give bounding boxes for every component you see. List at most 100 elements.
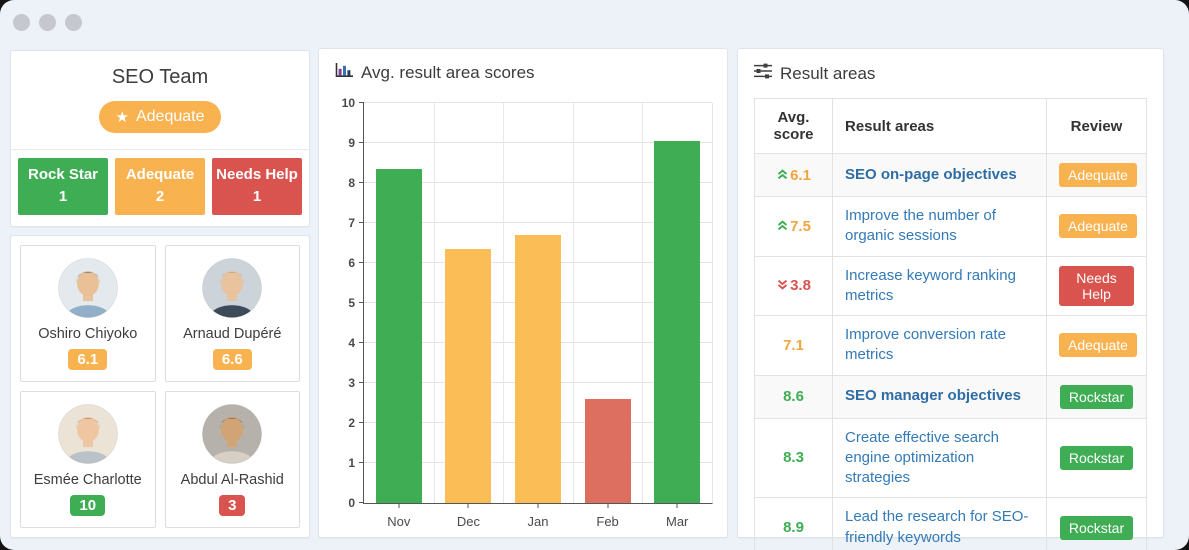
review-cell: Needs Help	[1046, 255, 1147, 316]
table-row: 7.1 Improve conversion rate metrics Adequa…	[754, 315, 1147, 376]
rating-summary-row: Rock Star 1 Adequate 2 Needs Help 1	[11, 150, 309, 223]
review-cell: Rockstar	[1046, 417, 1147, 499]
member-card[interactable]: Abdul Al-Rashid 3	[164, 391, 300, 528]
y-axis-tick	[359, 462, 364, 463]
table-row: 7.5 Improve the number of organic session…	[754, 196, 1147, 257]
review-badge: Needs Help	[1059, 265, 1134, 306]
result-areas-panel: Result areas Avg. score Result areas Rev…	[737, 48, 1164, 550]
bar-feb	[584, 399, 631, 503]
window-controls	[13, 14, 82, 31]
y-axis-tick	[359, 382, 364, 383]
summary-box-rock-star: Rock Star 1	[18, 158, 108, 215]
result-area-link[interactable]: Improve conversion rate metrics	[845, 325, 1034, 366]
gridline	[642, 103, 644, 503]
y-tick-label: 0	[348, 496, 355, 510]
avg-score-value: 7.5	[790, 217, 811, 235]
avg-score-value: 6.1	[790, 166, 811, 184]
window-dot[interactable]	[13, 14, 30, 31]
table-row: 3.8 Increase keyword ranking metrics Needs…	[754, 255, 1147, 316]
x-axis-tick	[676, 503, 678, 508]
gridline	[503, 103, 505, 503]
x-axis-tick	[398, 503, 400, 508]
review-badge: Adequate	[1059, 333, 1137, 358]
team-header: SEO Team ★ Adequate	[11, 51, 309, 150]
review-badge: Rockstar	[1059, 384, 1134, 409]
avg-score-cell: 7.1	[754, 315, 833, 376]
x-tick-label: Jan	[527, 514, 549, 529]
avg-score-value: 8.9	[783, 519, 804, 536]
member-card[interactable]: Arnaud Dupéré 6.6	[164, 245, 300, 382]
result-area-link[interactable]: SEO manager objectives	[845, 386, 1021, 406]
review-badge: Rockstar	[1059, 445, 1134, 470]
result-area-cell: SEO manager objectives	[832, 374, 1047, 419]
sliders-icon	[754, 63, 772, 84]
avatar	[57, 258, 118, 318]
y-tick-label: 10	[341, 96, 355, 110]
review-badge: Adequate	[1059, 214, 1137, 239]
result-area-link[interactable]: Increase keyword ranking metrics	[845, 266, 1034, 307]
y-tick-label: 7	[348, 216, 355, 230]
y-axis-tick	[359, 502, 364, 503]
table-header-row: Avg. score Result areas Review	[754, 98, 1147, 154]
header-result-areas: Result areas	[832, 98, 1047, 154]
summary-label: Adequate	[125, 166, 195, 183]
y-tick-label: 2	[348, 416, 355, 430]
result-area-cell: Improve conversion rate metrics	[832, 315, 1047, 376]
summary-count: 2	[155, 187, 165, 205]
bar-mar	[654, 141, 701, 503]
y-tick-label: 5	[348, 296, 355, 310]
result-area-link[interactable]: Lead the research for SEO-friendly keywo…	[845, 507, 1034, 548]
result-area-link[interactable]: SEO on-page objectives	[845, 165, 1017, 185]
result-area-cell: Lead the research for SEO-friendly keywo…	[832, 497, 1047, 550]
y-tick-label: 4	[348, 336, 355, 350]
table-row: 8.9 Lead the research for SEO-friendly ke…	[754, 497, 1147, 550]
team-panel: SEO Team ★ Adequate Rock Star 1 Adequate 2 N…	[10, 50, 310, 227]
y-tick-label: 9	[348, 136, 355, 150]
result-area-link[interactable]: Create effective search engine optimizat…	[845, 428, 1034, 489]
bar-jan	[515, 235, 561, 503]
x-tick-label: Feb	[596, 514, 619, 529]
trend-up-icon	[777, 168, 788, 179]
review-badge: Rockstar	[1059, 515, 1134, 540]
member-name: Arnaud Dupéré	[183, 326, 282, 342]
trend-down-icon	[777, 280, 788, 290]
team-members-panel: Oshiro Chiyoko 6.1 Arnaud Dupéré 6.6 Esmée C…	[10, 235, 310, 538]
bar-chart-icon	[335, 63, 353, 83]
chart-title: Avg. result area scores	[361, 63, 535, 82]
avg-score-cell: 8.3	[754, 417, 833, 499]
avatar	[202, 404, 263, 464]
avg-score-value: 3.8	[790, 277, 811, 295]
summary-count: 1	[252, 187, 262, 205]
y-axis-tick	[359, 302, 364, 303]
gridline	[433, 103, 435, 503]
result-area-link[interactable]: Improve the number of organic sessions	[845, 206, 1034, 247]
bar-nov	[375, 169, 422, 503]
window-dot[interactable]	[39, 14, 56, 31]
table-row: 8.6 SEO manager objectives Rockstar	[754, 374, 1147, 419]
y-tick-label: 6	[348, 256, 355, 270]
avg-score-cell: 3.8	[754, 255, 833, 316]
summary-box-needs-help: Needs Help 1	[212, 158, 302, 215]
result-area-cell: SEO on-page objectives	[832, 153, 1047, 197]
x-tick-label: Mar	[665, 514, 689, 529]
avatar	[202, 258, 263, 318]
table-row: 8.3 Create effective search engine optimi…	[754, 417, 1147, 499]
y-axis-tick	[359, 102, 364, 103]
bar-chart: 0 1 2 3 4 5 6 7 8 9 10 Nov Dec Jan Feb Mar	[342, 96, 713, 529]
y-axis-tick	[359, 142, 364, 143]
results-panel-title: Result areas	[738, 49, 1163, 94]
bar-dec	[445, 249, 492, 503]
dashboard-window: SEO Team ★ Adequate Rock Star 1 Adequate 2 N…	[0, 0, 1189, 550]
window-dot[interactable]	[65, 14, 82, 31]
x-axis-tick	[607, 503, 609, 508]
x-tick-label: Dec	[456, 514, 480, 529]
chart-panel-title: Avg. result area scores	[319, 49, 727, 93]
x-axis-tick	[467, 503, 469, 508]
member-card[interactable]: Esmée Charlotte 10	[20, 391, 156, 528]
result-area-cell: Create effective search engine optimizat…	[832, 417, 1047, 499]
member-card[interactable]: Oshiro Chiyoko 6.1	[20, 245, 156, 382]
avg-score-cell: 8.9	[754, 497, 833, 550]
y-axis-tick	[359, 422, 364, 423]
avg-score-cell: 6.1	[754, 153, 833, 197]
x-axis-tick	[537, 503, 539, 508]
